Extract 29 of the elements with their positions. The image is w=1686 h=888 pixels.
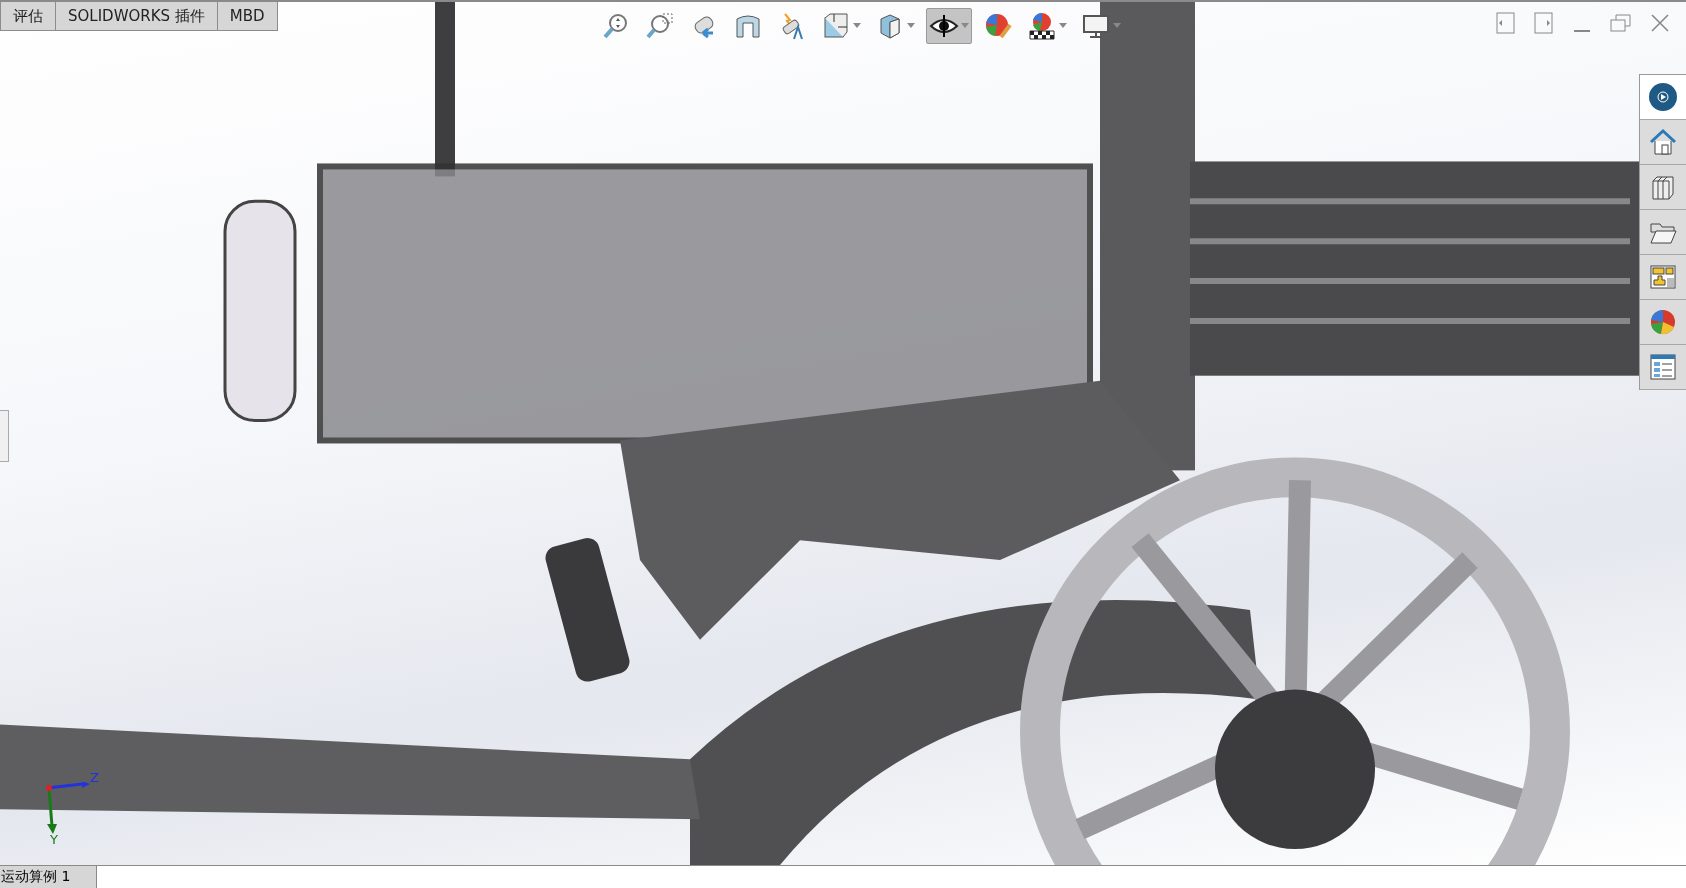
- panel-handle[interactable]: [0, 410, 9, 462]
- view-orientation-icon[interactable]: [821, 11, 851, 41]
- pane-left-icon[interactable]: [1496, 12, 1516, 34]
- ribbon-tab[interactable]: SOLIDWORKS 插件: [55, 2, 218, 31]
- scene-icon[interactable]: [1027, 11, 1057, 41]
- z-axis-label: Z: [90, 770, 99, 785]
- caret-icon[interactable]: [907, 23, 915, 29]
- y-axis-label: Y: [50, 832, 58, 847]
- ribbon-tab[interactable]: 评估: [0, 2, 56, 31]
- task-pane-tab[interactable]: [1640, 345, 1686, 390]
- pressed-tool-button[interactable]: [926, 8, 972, 44]
- caret-icon[interactable]: [853, 23, 861, 29]
- task-pane-tab[interactable]: [1640, 255, 1686, 300]
- restore-icon[interactable]: [1610, 12, 1632, 34]
- motion-study-tab[interactable]: 运动算例 1: [0, 866, 97, 888]
- pane-right-icon[interactable]: [1534, 12, 1554, 34]
- resources-icon: [1648, 82, 1678, 112]
- task-pane-tab[interactable]: [1640, 300, 1686, 345]
- properties-icon: [1648, 352, 1678, 382]
- caret-icon[interactable]: [1113, 23, 1121, 29]
- home-icon: [1648, 127, 1678, 157]
- caret-icon[interactable]: [1059, 23, 1067, 29]
- appearance-ball-icon: [1648, 307, 1678, 337]
- close-icon[interactable]: [1650, 12, 1670, 34]
- task-pane-tab[interactable]: [1640, 120, 1686, 165]
- palette-icon: [1648, 262, 1678, 292]
- caret-icon[interactable]: [961, 23, 969, 29]
- ribbon-tab[interactable]: MBD: [216, 2, 278, 31]
- task-pane-tab[interactable]: [1640, 75, 1686, 120]
